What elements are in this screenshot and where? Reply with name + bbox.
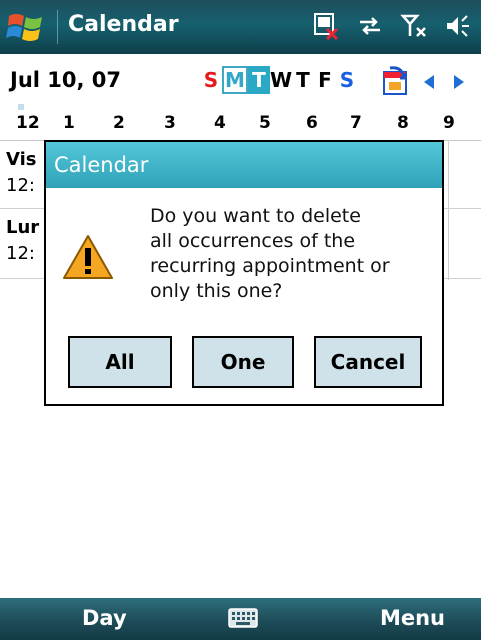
status-icons bbox=[311, 12, 473, 40]
no-sim-icon[interactable] bbox=[311, 12, 341, 40]
hour-label: 7 bbox=[350, 113, 362, 133]
title-separator bbox=[57, 10, 58, 44]
windows-start-icon[interactable] bbox=[6, 8, 46, 46]
goto-today-icon[interactable] bbox=[378, 64, 412, 98]
softkey-bar: Day Menu bbox=[0, 598, 481, 640]
app-title: Calendar bbox=[68, 12, 179, 37]
appointment-time: 12: bbox=[6, 175, 35, 196]
message-line: all occurrences of the bbox=[150, 230, 356, 252]
hour-label: 1 bbox=[63, 113, 75, 133]
weekday-mon-selected[interactable]: M bbox=[222, 66, 248, 94]
cancel-button[interactable]: Cancel bbox=[314, 336, 422, 388]
warning-icon bbox=[63, 235, 113, 279]
hour-label: 3 bbox=[164, 113, 176, 133]
appointment-time: 12: bbox=[6, 243, 35, 264]
volume-icon[interactable] bbox=[443, 12, 473, 40]
appointment-item[interactable]: Lur 12: bbox=[0, 209, 44, 273]
weekday-fri[interactable]: F bbox=[314, 66, 336, 94]
weekday-wed[interactable]: W bbox=[270, 66, 292, 94]
hour-ruler: 12 1 2 3 4 5 6 7 8 9 bbox=[0, 110, 481, 141]
hour-label: 5 bbox=[259, 113, 271, 133]
signal-off-icon[interactable] bbox=[399, 12, 429, 40]
weekday-tue-today[interactable]: T bbox=[248, 66, 270, 94]
hour-label: 2 bbox=[113, 113, 125, 133]
current-date[interactable]: Jul 10, 07 bbox=[10, 68, 121, 92]
message-line: recurring appointment or bbox=[150, 255, 390, 277]
appointment-item[interactable]: Vis 12: bbox=[0, 141, 44, 205]
weekday-sun[interactable]: S bbox=[200, 66, 222, 94]
appointment-subject: Vis bbox=[6, 149, 37, 170]
weekday-sat[interactable]: S bbox=[336, 66, 358, 94]
message-line: Do you want to delete bbox=[150, 205, 361, 227]
dialog-message: Do you want to delete all occurrences of… bbox=[150, 204, 440, 304]
all-button[interactable]: All bbox=[68, 336, 172, 388]
week-strip: S M T W T F S bbox=[200, 66, 358, 94]
date-navigation: Jul 10, 07 S M T W T F S bbox=[0, 54, 481, 110]
hour-label: 12 bbox=[16, 113, 40, 133]
hour-label: 4 bbox=[214, 113, 226, 133]
hour-label: 6 bbox=[306, 113, 318, 133]
dialog-title: Calendar bbox=[46, 142, 442, 188]
weekday-thu[interactable]: T bbox=[292, 66, 314, 94]
hour-label: 9 bbox=[443, 113, 455, 133]
appointment-subject: Lur bbox=[6, 217, 40, 238]
keyboard-icon[interactable] bbox=[228, 608, 258, 628]
divider bbox=[448, 140, 449, 280]
day-softkey[interactable]: Day bbox=[82, 606, 127, 630]
connectivity-icon[interactable] bbox=[355, 12, 385, 40]
right-arrow-icon[interactable] bbox=[452, 74, 466, 90]
title-bar: Calendar bbox=[0, 0, 481, 54]
message-line: only this one? bbox=[150, 280, 283, 302]
one-button[interactable]: One bbox=[192, 336, 294, 388]
hour-label: 8 bbox=[397, 113, 409, 133]
delete-confirm-dialog: Calendar Do you want to delete all occur… bbox=[44, 140, 444, 406]
menu-softkey[interactable]: Menu bbox=[380, 606, 445, 630]
left-arrow-icon[interactable] bbox=[422, 74, 436, 90]
